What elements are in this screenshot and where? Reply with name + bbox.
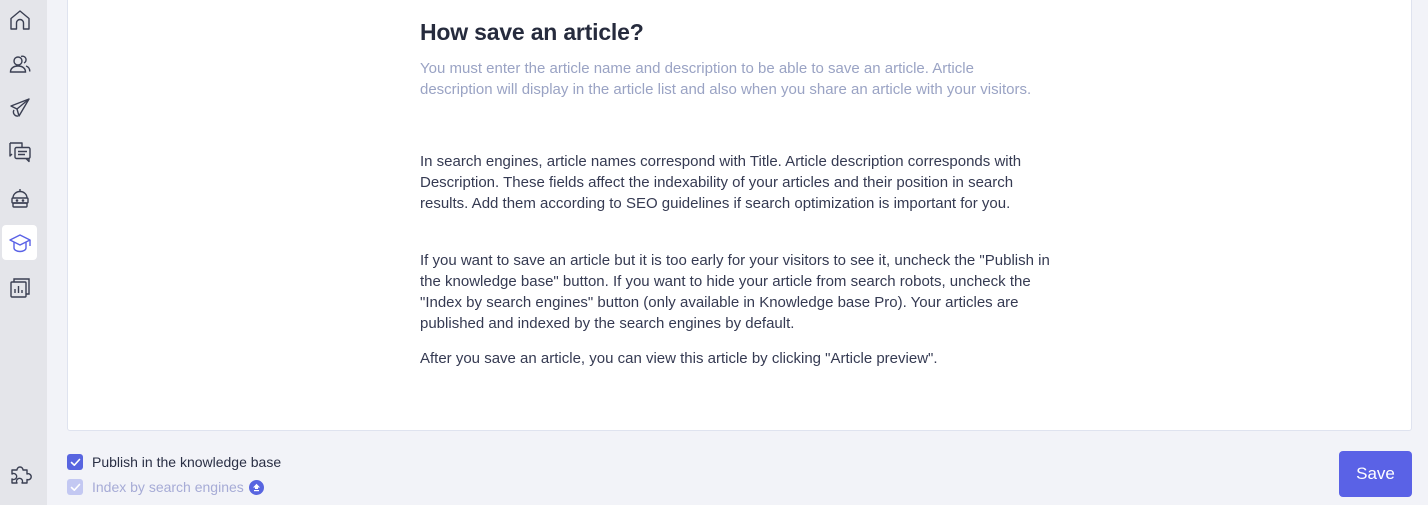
article-lead: You must enter the article name and desc…	[420, 60, 1032, 98]
article-paragraph: If you want to save an article but it is…	[420, 252, 1050, 332]
paper-plane-icon	[9, 97, 30, 117]
article-panel: How save an article? You must enter the …	[67, 0, 1412, 431]
publish-checkbox[interactable]	[67, 454, 83, 470]
sidebar-item-integrations[interactable]	[2, 456, 37, 491]
sidebar-item-home[interactable]	[2, 2, 37, 37]
sidebar-item-chatbot[interactable]	[2, 180, 37, 215]
sidebar-item-campaigns[interactable]	[2, 90, 37, 125]
publish-options: Publish in the knowledge base Index by s…	[67, 453, 281, 503]
home-icon	[9, 9, 30, 30]
index-label: Index by search engines	[92, 479, 244, 495]
bot-icon	[10, 188, 29, 208]
sidebar	[0, 0, 47, 505]
article-title: How save an article?	[420, 19, 644, 45]
graduation-cap-icon	[8, 233, 31, 252]
sidebar-item-contacts[interactable]	[2, 46, 37, 81]
index-checkbox	[67, 479, 83, 495]
puzzle-icon	[10, 465, 32, 484]
save-button[interactable]: Save	[1339, 451, 1412, 497]
article-paragraph: In search engines, article names corresp…	[420, 153, 1022, 212]
index-checkbox-row: Index by search engines	[67, 478, 281, 496]
checkmark-icon	[70, 483, 80, 491]
publish-label: Publish in the knowledge base	[92, 454, 282, 470]
checkmark-icon	[70, 458, 80, 466]
article-paragraph: After you save an article, you can view …	[420, 350, 938, 367]
sidebar-item-knowledge-base[interactable]	[2, 225, 37, 260]
publish-checkbox-row[interactable]: Publish in the knowledge base	[67, 453, 281, 471]
users-icon	[9, 54, 30, 73]
bar-chart-icon	[9, 277, 30, 298]
sidebar-item-conversations[interactable]	[2, 134, 37, 169]
chat-bubbles-icon	[8, 141, 31, 162]
sidebar-item-reports[interactable]	[2, 270, 37, 305]
pro-upgrade-badge[interactable]	[248, 479, 264, 495]
upgrade-arrow-icon	[252, 483, 260, 491]
